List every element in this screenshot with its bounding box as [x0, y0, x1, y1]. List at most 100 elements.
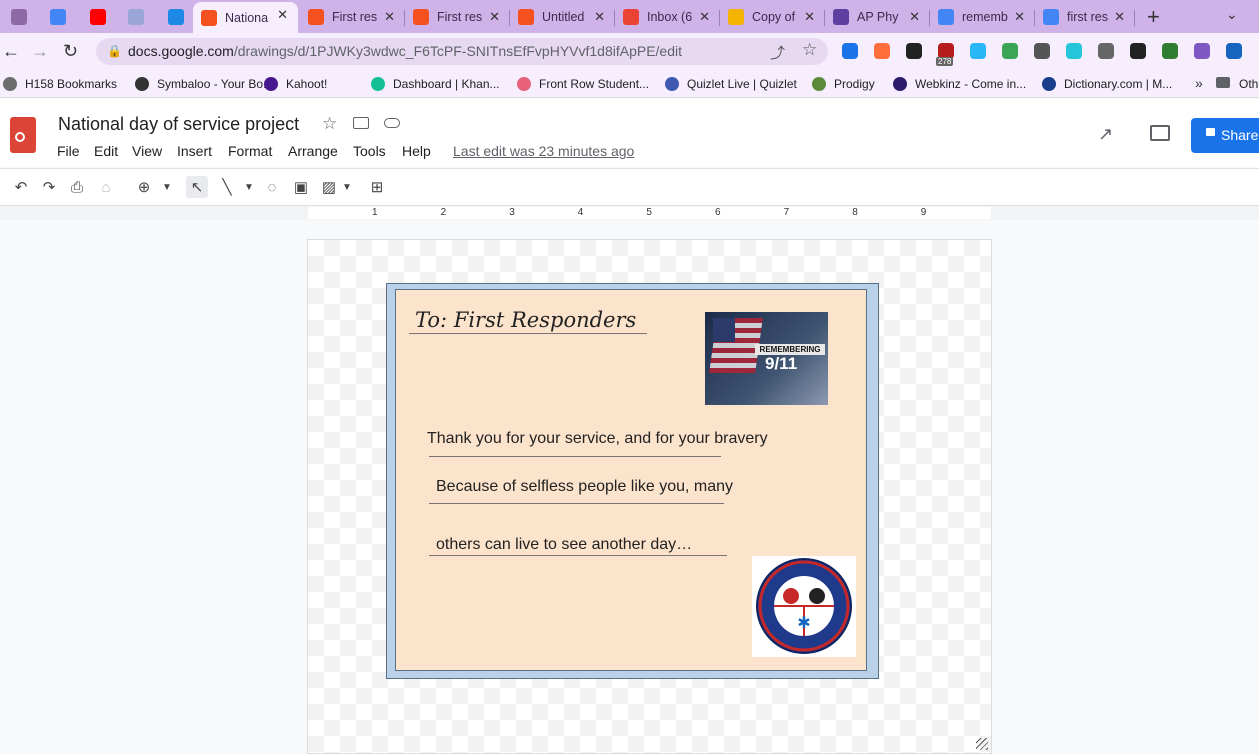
close-tab-icon[interactable]: ✕	[277, 7, 288, 23]
close-tab-icon[interactable]: ✕	[909, 9, 920, 25]
menu-insert[interactable]: Insert	[177, 143, 212, 159]
extension-icon[interactable]	[906, 43, 922, 59]
chevron-down-icon[interactable]: ⌄	[1226, 6, 1238, 23]
close-tab-icon[interactable]: ✕	[384, 9, 395, 25]
message-line-1[interactable]: Thank you for your service, and for your…	[427, 430, 768, 448]
menu-edit[interactable]: Edit	[94, 143, 118, 159]
message-line-3[interactable]: others can live to see another day…	[436, 536, 692, 554]
bookmark-item[interactable]: Symbaloo - Your Bo...	[135, 77, 273, 91]
activity-trend-icon[interactable]: ↗	[1098, 124, 1113, 145]
extension-icon[interactable]	[1034, 43, 1050, 59]
image-dropdown-icon[interactable]: ▼	[336, 176, 358, 198]
redo-icon[interactable]: ↷	[38, 176, 60, 198]
browser-tab[interactable]	[160, 4, 192, 30]
cloud-status-icon[interactable]	[384, 118, 400, 128]
bookmark-item[interactable]: Prodigy	[812, 77, 875, 91]
close-tab-icon[interactable]: ✕	[804, 9, 815, 25]
print-icon[interactable]: ⎙	[66, 176, 88, 198]
menu-tools[interactable]: Tools	[353, 143, 386, 159]
ruler-number: 2	[440, 207, 447, 218]
bookmark-star-icon[interactable]: ☆	[802, 40, 817, 60]
share-button[interactable]: Share	[1191, 118, 1259, 153]
browser-tab[interactable]	[42, 4, 80, 30]
bookmark-item[interactable]: Kahoot!	[264, 77, 327, 91]
forward-icon[interactable]: →	[31, 41, 49, 62]
add-comment-icon[interactable]: ⊞	[366, 176, 388, 198]
back-icon[interactable]: ←	[2, 41, 20, 62]
shape-tool-icon[interactable]: ◌	[261, 176, 283, 198]
reload-icon[interactable]: ↻	[63, 41, 78, 62]
ruler-number: 7	[783, 207, 790, 218]
bookmark-item[interactable]: Front Row Student...	[517, 77, 649, 91]
close-tab-icon[interactable]: ✕	[699, 9, 710, 25]
browser-tab[interactable]: Nationa ✕	[193, 2, 298, 33]
ruler-number: 9	[920, 207, 927, 218]
lock-icon[interactable]: 🔒	[107, 44, 122, 58]
extension-icon[interactable]	[1098, 43, 1114, 59]
share-page-icon[interactable]: ⤴	[770, 42, 785, 63]
tab-title: AP Phy	[857, 10, 899, 24]
extension-icon[interactable]	[1194, 43, 1210, 59]
last-edit-link[interactable]: Last edit was 23 minutes ago	[453, 143, 634, 159]
extension-icon[interactable]	[874, 43, 890, 59]
close-tab-icon[interactable]: ✕	[489, 9, 500, 25]
browser-tab[interactable]: First res ✕	[300, 4, 405, 30]
browser-tab[interactable]: First res ✕	[405, 4, 510, 30]
text-box-icon[interactable]: ▣	[290, 176, 312, 198]
bookmark-item[interactable]: Dashboard | Khan...	[371, 77, 500, 91]
extension-icon[interactable]	[1226, 43, 1242, 59]
other-bookmarks[interactable]: Oth	[1239, 77, 1258, 91]
zoom-icon[interactable]: ⊕	[133, 176, 155, 198]
browser-tab[interactable]: Untitled ✕	[510, 4, 615, 30]
comments-icon[interactable]	[1150, 125, 1170, 141]
bookmarks-more[interactable]: »	[1195, 75, 1203, 91]
extension-icon[interactable]	[1002, 43, 1018, 59]
menu-help[interactable]: Help	[402, 143, 431, 159]
select-tool-icon[interactable]: ↖	[186, 176, 208, 198]
menu-arrange[interactable]: Arrange	[288, 143, 338, 159]
extension-icon[interactable]	[842, 43, 858, 59]
browser-tab[interactable]: AP Phy ✕	[825, 4, 930, 30]
resize-handle-icon[interactable]	[976, 738, 988, 750]
remembering-911-image[interactable]: REMEMBERING 9/11	[705, 312, 828, 405]
bookmark-item[interactable]: Quizlet Live | Quizlet	[665, 77, 797, 91]
menu-view[interactable]: View	[132, 143, 162, 159]
document-title[interactable]: National day of service project	[58, 114, 299, 135]
zoom-dropdown-icon[interactable]: ▼	[156, 176, 178, 198]
card-recipient[interactable]: To: First Responders	[415, 308, 636, 332]
close-tab-icon[interactable]: ✕	[1014, 9, 1025, 25]
menu-format[interactable]: Format	[228, 143, 272, 159]
extension-icon[interactable]	[1066, 43, 1082, 59]
line-tool-icon[interactable]: ╲	[216, 176, 238, 198]
browser-tab[interactable]: first res ✕	[1035, 4, 1135, 30]
close-tab-icon[interactable]: ✕	[1114, 9, 1125, 25]
browser-tab[interactable]: Copy of ✕	[720, 4, 825, 30]
undo-icon[interactable]: ↶	[10, 176, 32, 198]
extension-icon[interactable]	[1162, 43, 1178, 59]
browser-tab[interactable]	[120, 4, 158, 30]
url-text[interactable]: docs.google.com/drawings/d/1PJWKy3wdwc_F…	[128, 43, 682, 59]
extension-icon[interactable]	[970, 43, 986, 59]
first-responders-seal-image[interactable]: ✱	[752, 556, 856, 657]
close-tab-icon[interactable]: ✕	[594, 9, 605, 25]
bookmark-item[interactable]: Dictionary.com | M...	[1042, 77, 1172, 91]
ruler-number: 6	[715, 207, 721, 218]
message-line-2[interactable]: Because of selfless people like you, man…	[436, 478, 733, 496]
line-dropdown-icon[interactable]: ▼	[238, 176, 260, 198]
move-folder-icon[interactable]	[353, 117, 369, 129]
browser-tab[interactable]	[3, 4, 41, 30]
extension-icon[interactable]	[1130, 43, 1146, 59]
bookmark-item[interactable]: H158 Bookmarks	[3, 77, 117, 91]
browser-tab[interactable]	[82, 4, 120, 30]
bookmark-label: Dictionary.com | M...	[1064, 77, 1173, 91]
bookmark-item[interactable]: Webkinz - Come in...	[893, 77, 1026, 91]
paint-format-icon[interactable]: ⌂	[95, 176, 117, 198]
browser-tab[interactable]: Inbox (6 ✕	[615, 4, 720, 30]
tab-favicon-icon	[833, 9, 849, 25]
browser-tab[interactable]: rememb ✕	[930, 4, 1035, 30]
star-icon[interactable]: ☆	[322, 114, 337, 134]
new-tab-button[interactable]: +	[1147, 4, 1160, 30]
tab-favicon-icon	[623, 9, 639, 25]
menu-file[interactable]: File	[57, 143, 80, 159]
message-underline-1	[429, 456, 721, 457]
